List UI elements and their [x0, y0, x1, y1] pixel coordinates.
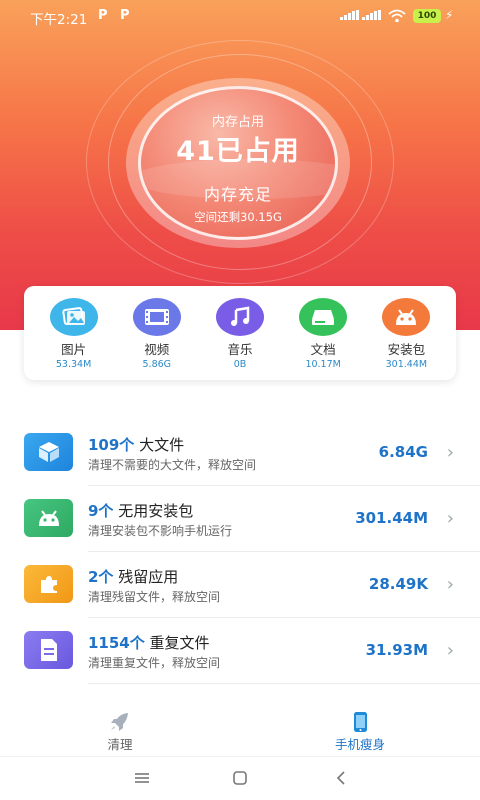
item-count: 9个 — [88, 502, 114, 520]
puzzle-icon — [24, 565, 73, 603]
memory-status: 内存充足 — [203, 185, 272, 204]
item-subtitle: 清理残留文件，释放空间 — [88, 590, 221, 604]
list-item-title: 1154个 重复文件 — [88, 632, 210, 653]
hero-header: 下午2:21 P P 100 ⚡ 内存占用 41已占用 内存充足 空间还剩30.… — [0, 0, 480, 330]
list-item-title: 109个 大文件 — [88, 434, 184, 455]
category-packages[interactable]: 安装包 301.44M — [366, 286, 446, 380]
chevron-right-icon: › — [446, 442, 454, 463]
category-name: 文档 — [310, 342, 336, 357]
android-icon — [24, 499, 73, 537]
box-icon — [24, 433, 73, 471]
memory-value: 41已占用 — [176, 136, 300, 167]
category-name: 图片 — [61, 342, 87, 357]
item-size: 31.93M — [365, 641, 428, 659]
category-name: 音乐 — [227, 342, 253, 357]
menu-icon[interactable] — [131, 769, 153, 787]
status-time: 下午2:21 — [30, 12, 88, 28]
document-icon — [299, 298, 348, 336]
item-title: 重复文件 — [149, 634, 210, 652]
category-size: 0B — [233, 359, 247, 370]
android-icon — [382, 298, 431, 336]
charging-icon: ⚡ — [445, 8, 454, 22]
list-item-unused-packages[interactable]: 9个 无用安装包 清理安装包不影响手机运行 301.44M › — [0, 486, 480, 552]
category-name: 安装包 — [387, 342, 426, 357]
wifi-icon — [388, 9, 406, 23]
item-title: 无用安装包 — [118, 502, 194, 520]
item-subtitle: 清理安装包不影响手机运行 — [88, 524, 233, 538]
category-name: 视频 — [144, 342, 170, 357]
category-documents[interactable]: 文档 10.17M — [283, 286, 363, 380]
category-images[interactable]: 图片 53.34M — [34, 286, 114, 380]
tab-phone-slim[interactable]: 手机瘦身 — [290, 700, 430, 756]
status-bar: 下午2:21 P P 100 ⚡ — [0, 0, 480, 34]
parking-notification-icon: P — [120, 8, 130, 23]
category-music[interactable]: 音乐 0B — [200, 286, 280, 380]
memory-remaining: 空间还剩30.15G — [194, 210, 282, 224]
signal-icon — [362, 10, 381, 20]
video-icon — [132, 298, 181, 336]
category-size: 301.44M — [385, 359, 428, 370]
battery-indicator: 100 — [413, 9, 441, 23]
list-item-title: 9个 无用安装包 — [88, 500, 193, 521]
rocket-icon — [111, 713, 128, 731]
category-size: 10.17M — [305, 359, 341, 370]
item-size: 301.44M — [355, 509, 428, 527]
tab-label: 清理 — [107, 737, 133, 752]
divider — [88, 683, 480, 684]
item-count: 109个 — [88, 436, 135, 454]
list-item-duplicate-files[interactable]: 1154个 重复文件 清理重复文件，释放空间 31.93M › — [0, 618, 480, 684]
parking-notification-icon: P — [98, 8, 108, 23]
item-size: 6.84G — [378, 443, 428, 461]
item-title: 大文件 — [139, 436, 185, 454]
item-subtitle: 清理不需要的大文件，释放空间 — [88, 458, 257, 472]
item-count: 2个 — [88, 568, 114, 586]
home-icon[interactable] — [229, 769, 251, 787]
list-item-title: 2个 残留应用 — [88, 566, 178, 587]
cleanup-list: 109个 大文件 清理不需要的大文件，释放空间 6.84G › 9个 无用安装包… — [0, 420, 480, 684]
category-videos[interactable]: 视频 5.86G — [117, 286, 197, 380]
bottom-tab-bar: 清理 手机瘦身 — [0, 700, 480, 758]
item-title: 残留应用 — [118, 568, 179, 586]
list-item-large-files[interactable]: 109个 大文件 清理不需要的大文件，释放空间 6.84G › — [0, 420, 480, 486]
back-icon[interactable] — [330, 769, 352, 787]
tab-label: 手机瘦身 — [334, 737, 385, 752]
file-icon — [24, 631, 73, 669]
memory-label: 内存占用 — [211, 115, 264, 130]
music-icon — [215, 298, 264, 336]
list-item-residual-apps[interactable]: 2个 残留应用 清理残留文件，释放空间 28.49K › — [0, 552, 480, 618]
phone-icon — [354, 712, 367, 732]
item-size: 28.49K — [368, 575, 428, 593]
memory-gauge[interactable]: 内存占用 41已占用 内存充足 空间还剩30.15G — [138, 86, 338, 240]
category-card: 图片 53.34M 视频 5.86G 音乐 0B 文档 10.17M 安装包 3… — [24, 286, 456, 380]
item-subtitle: 清理重复文件，释放空间 — [88, 656, 221, 670]
chevron-right-icon: › — [446, 574, 454, 595]
category-size: 53.34M — [55, 359, 92, 370]
chevron-right-icon: › — [446, 508, 454, 529]
chevron-right-icon: › — [446, 640, 454, 661]
signal-icon — [340, 10, 359, 20]
tab-clean[interactable]: 清理 — [50, 700, 190, 756]
system-nav-bar — [0, 756, 480, 800]
item-count: 1154个 — [88, 634, 145, 652]
image-icon — [49, 298, 98, 336]
category-size: 5.86G — [142, 359, 172, 370]
